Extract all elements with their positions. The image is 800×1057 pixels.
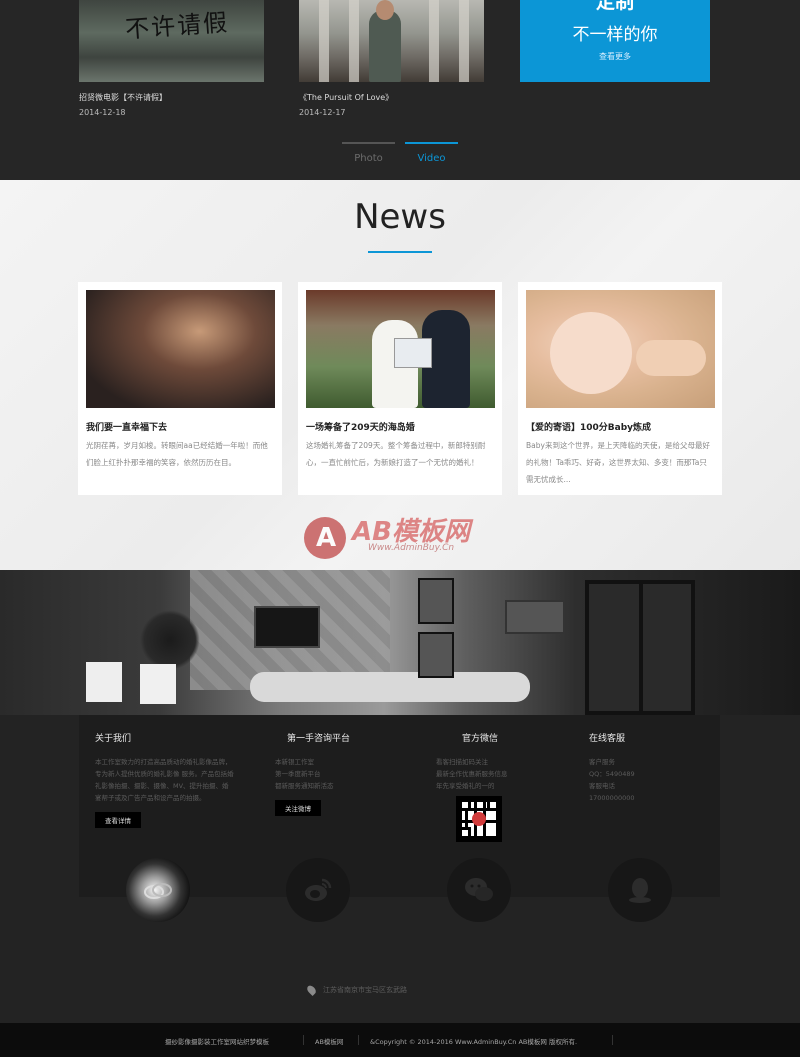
promo-box[interactable]: 定制 不一样的你 查看更多 [520,0,710,82]
news-image[interactable] [86,290,275,408]
news-card[interactable]: 我们要一直幸福下去 光阴荏苒，岁月如梭。转眼间aa已经结婚一年啦！而他们脸上红扑… [78,282,282,495]
footer-link[interactable]: 第一季度新平台 [275,768,405,780]
watermark-icon: A [304,517,346,559]
bottom-bar: 摄纱影像摄影装工作室网站织梦模板 AB模板网 &Copyright © 2014… [0,1023,800,1057]
weibo-icon[interactable] [286,858,350,922]
watermark-url: Www.AdminBuy.Cn [368,543,455,553]
footer-heading: 在线客服 [589,734,626,744]
video-date: 2014-12-17 [299,108,346,117]
news-excerpt: 光阴荏苒，岁月如梭。转眼间aa已经结婚一年啦！而他们脸上红扑扑那幸福的笑容，依然… [86,441,268,467]
news-title[interactable]: 一场筹备了209天的海岛婚 [306,420,494,433]
footer-wechat: 官方微信 看客扫描如码关注 最新全作优惠新服务信息 年先享受婚礼的一的 [436,731,566,842]
about-details-button[interactable]: 查看详情 [95,812,141,828]
news-title[interactable]: 我们要一直幸福下去 [86,420,274,433]
studio-banner-image [0,570,800,715]
footer-link[interactable]: 都新服务通知新活态 [275,780,405,792]
footer-link: 看客扫描如码关注 [436,758,488,766]
bottom-site-name[interactable]: 摄纱影像摄影装工作室网站织梦模板 [165,1036,269,1046]
footer-qq[interactable]: QQ：5490489 [589,768,699,780]
gallery-tabs: Photo Video [342,142,458,164]
video-date: 2014-12-18 [79,108,126,117]
promo-more-link[interactable]: 查看更多 [520,51,710,62]
footer-about-text: 本工作室致力的打造高品质动的婚礼影像品牌，专为新人提供优质的婚礼影像 服务。产品… [95,758,234,802]
footer-heading: 第一手咨询平台 [287,734,351,744]
footer-service-line: 客服电话 [589,782,615,790]
promo-subtitle: 不一样的你 [572,25,658,45]
video-thumbnail[interactable] [299,0,484,82]
news-heading: News [354,197,446,237]
footer-platform: 第一手咨询平台 本新银工作室 第一季度新平台 都新服务通知新活态 关注微博 [275,731,405,816]
news-image[interactable] [306,290,495,408]
video-title[interactable]: 招贤微电影【不许请假】 [79,92,264,103]
video-card[interactable]: 《The Pursuit Of Love》 2014-12-17 [299,0,484,117]
footer-service: 在线客服 客户服务 QQ：5490489 客服电话 17000000000 [589,731,699,804]
footer-heading: 关于我们 [95,734,132,744]
footer-service-line: 客户服务 [589,758,615,766]
footer-address: 江苏省南京市宝马区玄武路 [305,983,407,997]
ring-photo-icon[interactable] [126,858,190,922]
footer-link: 最新全作优惠新服务信息 [436,770,508,778]
video-title[interactable]: 《The Pursuit Of Love》 [299,92,484,103]
promo-title: 定制 [595,0,634,13]
copyright-text: &Copyright © 2014-2016 Www.AdminBuy.Cn A… [370,1038,578,1046]
follow-weibo-button[interactable]: 关注微博 [275,800,321,816]
footer-phone: 17000000000 [589,794,635,802]
tab-video[interactable]: Video [405,142,458,164]
news-card[interactable]: 一场筹备了209天的海岛婚 这场婚礼筹备了209天。整个筹备过程中，新郎特别耐心… [298,282,502,495]
heading-underline [368,251,432,253]
news-section: News 我们要一直幸福下去 光阴荏苒，岁月如梭。转眼间aa已经结婚一年啦！而他… [0,180,800,570]
video-thumbnail-text: 不许请假 [124,8,231,44]
news-excerpt: 这场婚礼筹备了209天。整个筹备过程中，新郎特别耐心，一直忙前忙后，为新娘打造了… [306,441,486,467]
video-card[interactable]: 不许请假 招贤微电影【不许请假】 2014-12-18 [79,0,264,117]
news-excerpt: Baby来到这个世界，是上天降临的天使，是给父母最好的礼物！Ta乖巧、好奇，这世… [526,441,710,484]
address-text: 江苏省南京市宝马区玄武路 [323,986,407,994]
video-section: 不许请假 招贤微电影【不许请假】 2014-12-18 《The Pursuit… [0,0,800,180]
footer-about: 关于我们 本工作室致力的打造高品质动的婚礼影像品牌，专为新人提供优质的婚礼影像 … [95,731,235,828]
wechat-qr-code [456,796,502,842]
location-pin-icon [305,983,318,997]
news-image[interactable] [526,290,715,408]
video-thumbnail[interactable]: 不许请假 [79,0,264,82]
qq-icon[interactable] [608,858,672,922]
news-card[interactable]: 【爱的寄语】100分Baby炼成 Baby来到这个世界，是上天降临的天使，是给父… [518,282,722,495]
footer-heading: 官方微信 [462,734,499,744]
footer-link[interactable]: 本新银工作室 [275,756,405,768]
tab-photo[interactable]: Photo [342,142,395,164]
news-title[interactable]: 【爱的寄语】100分Baby炼成 [526,420,714,433]
footer-link: 年先享受婚礼的一的 [436,782,495,790]
bottom-ab-link[interactable]: AB模板网 [315,1036,343,1046]
watermark-logo: A AB模板网 Www.AdminBuy.Cn [304,513,504,561]
wechat-icon[interactable] [447,858,511,922]
